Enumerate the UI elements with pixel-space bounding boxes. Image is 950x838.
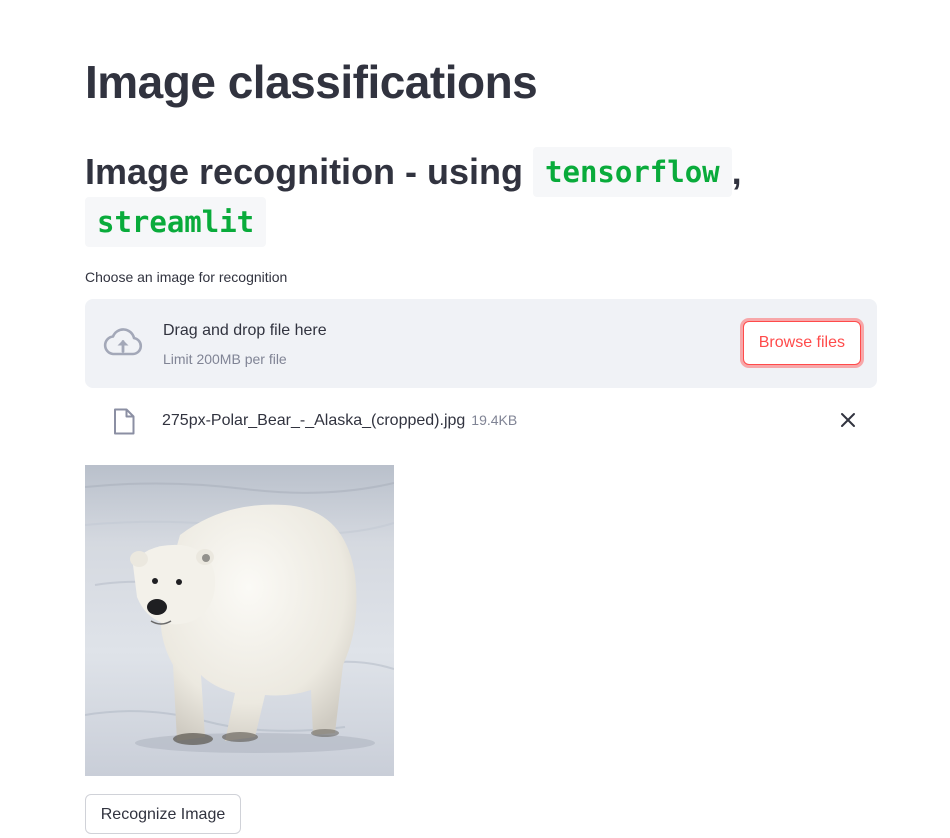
code-tensorflow: tensorflow: [533, 147, 732, 197]
file-dropzone[interactable]: Drag and drop file here Limit 200MB per …: [85, 299, 877, 388]
uploader-label: Choose an image for recognition: [85, 269, 288, 285]
subtitle-separator: ,: [731, 151, 742, 192]
app-page: Image classifications Image recognition …: [0, 0, 950, 838]
page-subtitle: Image recognition - using tensorflow, st…: [85, 147, 877, 247]
uploaded-file-name: 275px-Polar_Bear_-_Alaska_(cropped).jpg 1…: [162, 409, 517, 432]
file-size: 19.4KB: [471, 412, 518, 428]
browse-files-button[interactable]: Browse files: [742, 321, 861, 365]
code-streamlit: streamlit: [85, 197, 267, 247]
dropzone-instructions: Drag and drop file here: [163, 322, 327, 339]
page-title: Image classifications: [85, 56, 538, 108]
file-name-text: 275px-Polar_Bear_-_Alaska_(cropped).jpg: [162, 412, 466, 429]
close-icon[interactable]: [837, 409, 859, 431]
uploaded-image-preview: [85, 465, 394, 776]
recognize-image-button[interactable]: Recognize Image: [85, 794, 241, 834]
cloud-upload-icon: [103, 328, 143, 356]
uploaded-file-row: 275px-Polar_Bear_-_Alaska_(cropped).jpg 1…: [85, 400, 877, 440]
file-icon: [114, 408, 135, 435]
dropzone-limit: Limit 200MB per file: [163, 351, 287, 367]
polar-bear-image: [85, 465, 394, 776]
subtitle-prefix: Image recognition - using: [85, 151, 524, 192]
